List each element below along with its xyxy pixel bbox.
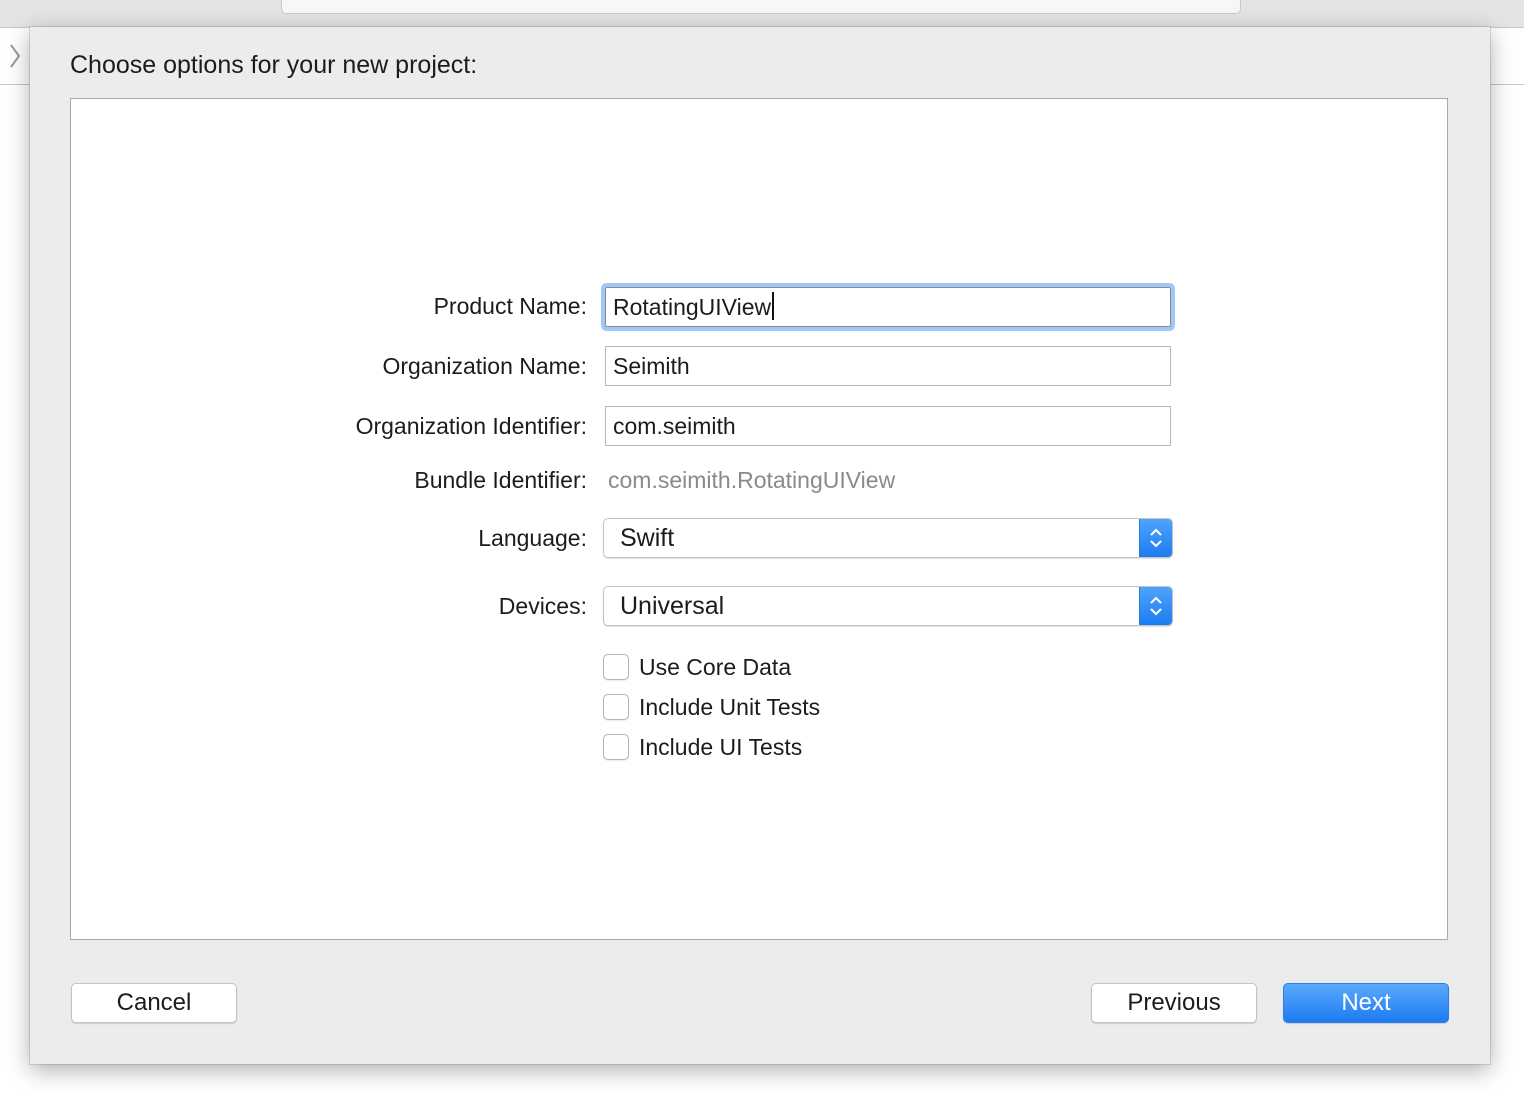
previous-button[interactable]: Previous (1091, 983, 1257, 1023)
product-name-label: Product Name: (433, 293, 587, 319)
use-core-data-label[interactable]: Use Core Data (639, 653, 791, 681)
divider (0, 84, 30, 85)
organization-identifier-label: Organization Identifier: (355, 413, 587, 439)
sheet-title: Choose options for your new project: (70, 51, 478, 79)
organization-name-label: Organization Name: (382, 353, 587, 379)
cancel-button[interactable]: Cancel (71, 983, 237, 1023)
up-down-chevron-icon (1139, 519, 1172, 557)
product-name-field[interactable]: RotatingUIView (605, 287, 1171, 327)
bundle-identifier-value: com.seimith.RotatingUIView (608, 467, 896, 493)
organization-name-field[interactable]: Seimith (605, 346, 1171, 386)
up-down-chevron-icon (1139, 587, 1172, 625)
new-project-options-sheet: Choose options for your new project: Pro… (30, 27, 1490, 1064)
window-toolbar (0, 0, 1524, 28)
devices-label: Devices: (498, 593, 587, 619)
include-unit-tests-checkbox[interactable] (603, 694, 629, 720)
chevron-right-icon[interactable] (8, 42, 22, 70)
devices-popup[interactable]: Universal (603, 586, 1173, 626)
include-ui-tests-checkbox[interactable] (603, 734, 629, 760)
language-popup[interactable]: Swift (603, 518, 1173, 558)
product-name-value: RotatingUIView (613, 294, 772, 320)
organization-identifier-field[interactable]: com.seimith (605, 406, 1171, 446)
language-selected-value: Swift (620, 524, 675, 552)
bundle-identifier-label: Bundle Identifier: (414, 467, 587, 493)
divider (1490, 84, 1524, 85)
text-caret (772, 292, 775, 320)
use-core-data-checkbox[interactable] (603, 654, 629, 680)
include-unit-tests-label[interactable]: Include Unit Tests (639, 693, 820, 721)
language-label: Language: (478, 525, 587, 551)
toolbar-activity-field (281, 0, 1241, 14)
next-button[interactable]: Next (1283, 983, 1449, 1023)
include-ui-tests-label[interactable]: Include UI Tests (639, 733, 802, 761)
devices-selected-value: Universal (620, 592, 725, 620)
